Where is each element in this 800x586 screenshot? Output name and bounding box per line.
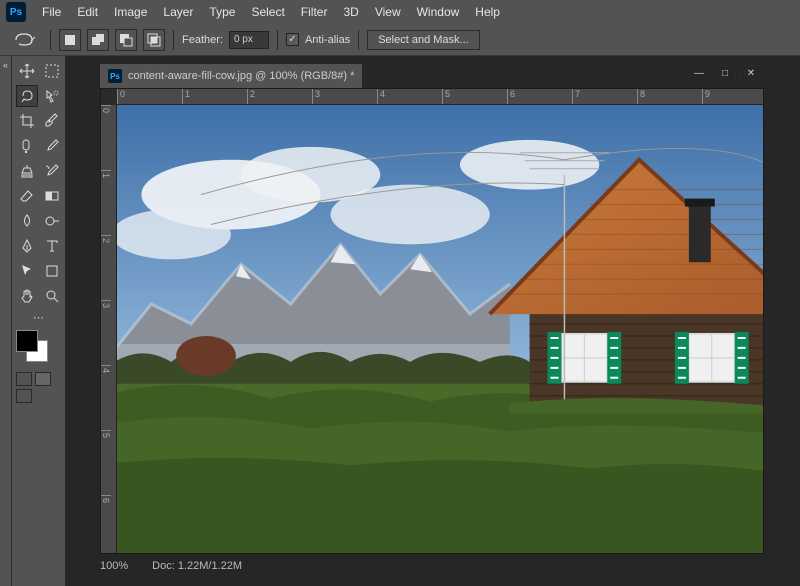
foreground-color-swatch[interactable]: [16, 330, 38, 352]
status-bar: 100% Doc: 1.22M/1.22M: [100, 556, 242, 576]
menu-edit[interactable]: Edit: [69, 1, 106, 23]
marquee-tool[interactable]: [41, 60, 63, 82]
menu-bar: Ps File Edit Image Layer Type Select Fil…: [0, 0, 800, 24]
menu-window[interactable]: Window: [409, 1, 468, 23]
zoom-level[interactable]: 100%: [100, 560, 128, 572]
menu-file[interactable]: File: [34, 1, 69, 23]
doc-size[interactable]: Doc: 1.22M/1.22M: [152, 560, 242, 572]
ruler-horizontal[interactable]: 012345678910: [117, 89, 763, 105]
app-logo: Ps: [6, 2, 26, 22]
zoom-tool[interactable]: [41, 285, 63, 307]
lasso-tool-indicator[interactable]: [6, 29, 42, 51]
blur-tool[interactable]: [16, 210, 38, 232]
tool-panel: ⋯: [12, 56, 66, 586]
dodge-tool[interactable]: [41, 210, 63, 232]
document-tab-title: content-aware-fill-cow.jpg @ 100% (RGB/8…: [128, 70, 354, 82]
intersect-selection-icon[interactable]: [143, 29, 165, 51]
feather-label: Feather:: [182, 34, 223, 46]
document-window: 012345678910 0123456: [100, 88, 764, 554]
menu-image[interactable]: Image: [106, 1, 155, 23]
screen-mode-toggle[interactable]: [16, 389, 61, 403]
antialias-label: Anti-alias: [305, 34, 350, 46]
add-selection-icon[interactable]: [87, 29, 109, 51]
lasso-tool[interactable]: [16, 85, 38, 107]
canvas-area: Ps content-aware-fill-cow.jpg @ 100% (RG…: [66, 56, 800, 586]
brush-tool[interactable]: [41, 135, 63, 157]
canvas-image[interactable]: [117, 105, 763, 553]
menu-select[interactable]: Select: [243, 1, 292, 23]
menu-type[interactable]: Type: [201, 1, 243, 23]
quick-mask-toggle[interactable]: [16, 372, 61, 386]
subtract-selection-icon[interactable]: [115, 29, 137, 51]
select-and-mask-button[interactable]: Select and Mask...: [367, 30, 480, 50]
antialias-checkbox[interactable]: ✓: [286, 33, 299, 46]
spot-healing-tool[interactable]: [16, 135, 38, 157]
window-maximize-button[interactable]: □: [714, 65, 736, 81]
gradient-tool[interactable]: [41, 185, 63, 207]
menu-help[interactable]: Help: [467, 1, 508, 23]
eraser-tool[interactable]: [16, 185, 38, 207]
move-tool[interactable]: [16, 60, 38, 82]
hand-tool[interactable]: [16, 285, 38, 307]
history-brush-tool[interactable]: [41, 160, 63, 182]
menu-layer[interactable]: Layer: [155, 1, 201, 23]
path-selection-tool[interactable]: [16, 260, 38, 282]
panel-collapse-strip[interactable]: «: [0, 56, 12, 586]
menu-3d[interactable]: 3D: [335, 1, 366, 23]
ruler-vertical[interactable]: 0123456: [101, 105, 117, 553]
shape-tool[interactable]: [41, 260, 63, 282]
type-tool[interactable]: [41, 235, 63, 257]
color-swatches[interactable]: [16, 330, 56, 366]
feather-input[interactable]: [229, 31, 269, 49]
clone-stamp-tool[interactable]: [16, 160, 38, 182]
quick-selection-tool[interactable]: [41, 85, 63, 107]
window-minimize-button[interactable]: —: [688, 65, 710, 81]
options-bar: Feather: ✓ Anti-alias Select and Mask...: [0, 24, 800, 56]
window-close-button[interactable]: ✕: [740, 65, 762, 81]
new-selection-icon[interactable]: [59, 29, 81, 51]
menu-filter[interactable]: Filter: [293, 1, 336, 23]
crop-tool[interactable]: [16, 110, 38, 132]
eyedropper-tool[interactable]: [41, 110, 63, 132]
tool-more-icon[interactable]: ⋯: [16, 311, 61, 324]
pen-tool[interactable]: [16, 235, 38, 257]
document-tab[interactable]: Ps content-aware-fill-cow.jpg @ 100% (RG…: [100, 64, 362, 88]
menu-view[interactable]: View: [367, 1, 409, 23]
ps-file-icon: Ps: [108, 69, 122, 83]
